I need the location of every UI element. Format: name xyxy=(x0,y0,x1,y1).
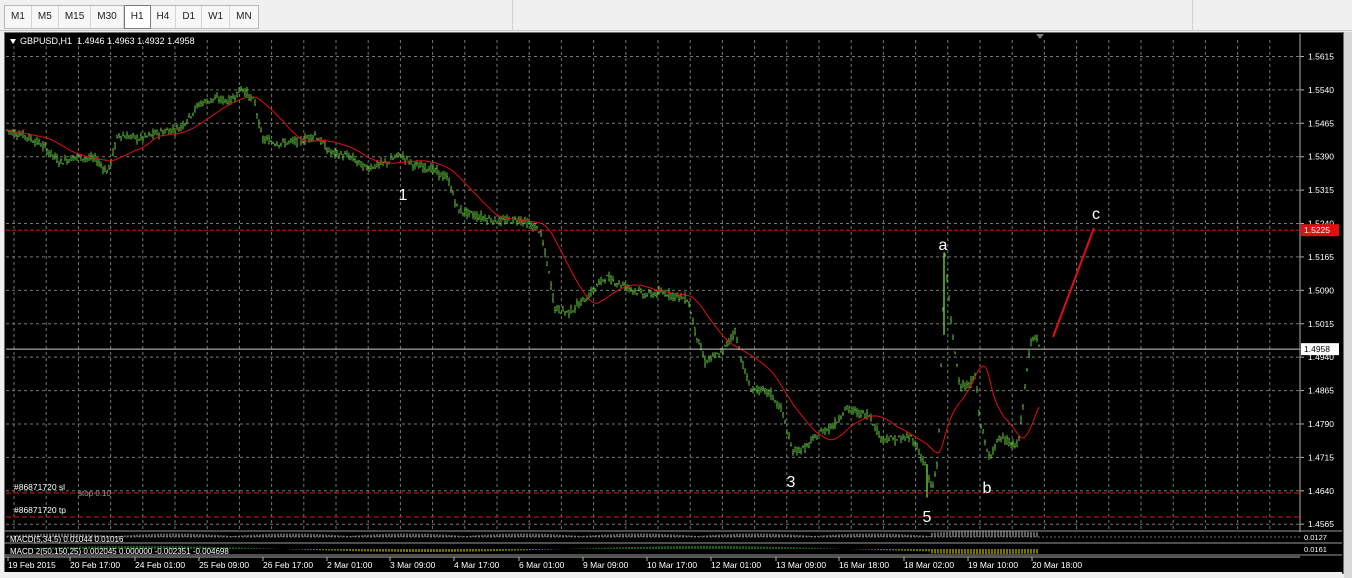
time-tick-label: 18 Mar 02:00 xyxy=(904,560,954,570)
time-tick-label: 6 Mar 01:00 xyxy=(519,560,565,570)
wave-label-3: 3 xyxy=(787,474,796,491)
time-tick-label: 4 Mar 17:00 xyxy=(454,560,500,570)
chart-header: GBPUSD,H1 1.4946 1.4963 1.4932 1.4958 xyxy=(10,36,195,46)
wave-label-c: c xyxy=(1092,206,1100,223)
price-tick-label: 1.5090 xyxy=(1308,285,1334,295)
time-tick-label: 3 Mar 09:00 xyxy=(390,560,436,570)
price-tick-label: 1.4865 xyxy=(1308,386,1334,396)
moving-average-line xyxy=(6,96,1040,454)
price-tick-label: 1.5390 xyxy=(1308,152,1334,162)
macd1-label: MACD(5,34,5) 0.01044 0.01016 xyxy=(10,535,124,544)
chart-ohlc: 1.4946 1.4963 1.4932 1.4958 xyxy=(77,36,195,46)
time-tick-label: 10 Mar 17:00 xyxy=(647,560,697,570)
shift-marker-icon[interactable] xyxy=(1036,34,1044,39)
time-tick-label: 24 Feb 01:00 xyxy=(135,560,185,570)
price-tick-label: 1.4790 xyxy=(1308,419,1334,429)
wave-label-b: b xyxy=(983,480,992,497)
price-chart[interactable]: 1.56151.55401.54651.53901.53151.52401.51… xyxy=(0,0,1352,578)
wave-label-1: 1 xyxy=(399,187,408,204)
time-tick-label: 25 Feb 09:00 xyxy=(199,560,249,570)
time-tick-label: 26 Feb 17:00 xyxy=(263,560,313,570)
macd2-scale: 0.0161 xyxy=(1304,545,1327,554)
wave-label-a: a xyxy=(939,237,948,254)
time-tick-label: 19 Mar 10:00 xyxy=(968,560,1018,570)
collapse-triangle-icon[interactable] xyxy=(10,39,16,45)
wave-c-projection-line[interactable] xyxy=(1052,227,1095,338)
price-tick-label: 1.5015 xyxy=(1308,319,1334,329)
time-tick-label: 20 Mar 18:00 xyxy=(1032,560,1082,570)
target-price-label: 1.5225 xyxy=(1304,225,1330,235)
price-tick-label: 1.5615 xyxy=(1308,51,1334,61)
price-tick-label: 1.4565 xyxy=(1308,519,1334,529)
stop-loss-sub-label: stop 0.10 xyxy=(78,489,111,498)
time-tick-label: 2 Mar 01:00 xyxy=(327,560,373,570)
price-tick-label: 1.4715 xyxy=(1308,452,1334,462)
stop-loss-label: #86871720 sl xyxy=(14,482,65,492)
time-tick-label: 13 Mar 09:00 xyxy=(776,560,826,570)
price-tick-label: 1.5315 xyxy=(1308,185,1334,195)
price-tick-label: 1.5465 xyxy=(1308,118,1334,128)
chart-symbol: GBPUSD,H1 xyxy=(20,36,73,46)
time-tick-label: 19 Feb 2015 xyxy=(8,560,56,570)
current-price-label: 1.4958 xyxy=(1304,344,1330,354)
price-tick-label: 1.5540 xyxy=(1308,85,1334,95)
macd2-label: MACD 2(50,150,25) 0.002045 0.000000 -0.0… xyxy=(10,547,229,556)
macd1-scale: 0.0127 xyxy=(1304,533,1327,542)
time-tick-label: 9 Mar 09:00 xyxy=(583,560,629,570)
take-profit-label: #86871720 tp xyxy=(14,505,66,515)
time-tick-label: 20 Feb 17:00 xyxy=(70,560,120,570)
price-tick-label: 1.4640 xyxy=(1308,486,1334,496)
wave-label-5: 5 xyxy=(923,509,932,526)
time-tick-label: 16 Mar 18:00 xyxy=(839,560,889,570)
price-tick-label: 1.5165 xyxy=(1308,252,1334,262)
time-tick-label: 12 Mar 01:00 xyxy=(711,560,761,570)
